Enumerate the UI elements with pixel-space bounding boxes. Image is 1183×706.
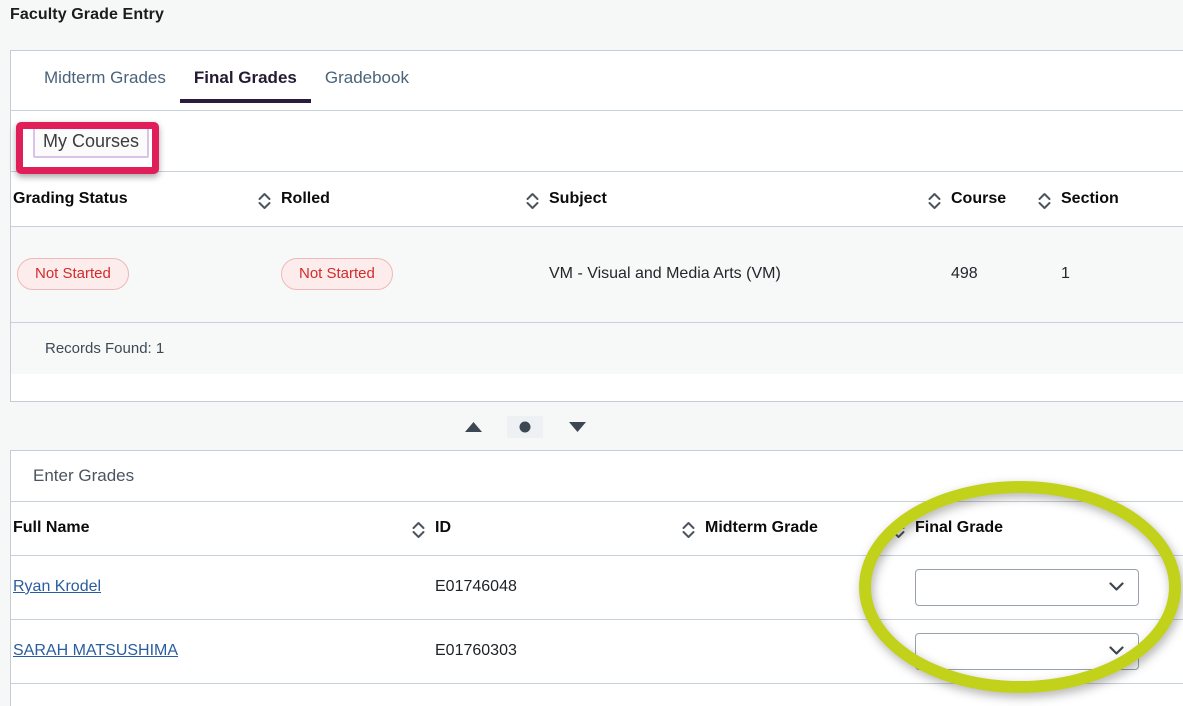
sort-cell[interactable] — [1037, 172, 1059, 227]
cell-full-name: Ryan Krodel — [11, 555, 411, 620]
tab-label: Final Grades — [193, 68, 297, 87]
column-header-rolled[interactable]: Rolled — [279, 172, 525, 227]
cell-spacer — [411, 619, 433, 684]
course-table-header-row: Grading Status Rolled Subject Course Sec… — [11, 172, 1183, 227]
cell-rolled: Not Started — [279, 226, 525, 323]
status-badge: Not Started — [17, 258, 129, 290]
student-name-link[interactable]: SARAH MATSUSHIMA — [13, 642, 178, 659]
cell-spacer — [681, 619, 703, 684]
final-grade-select[interactable] — [915, 632, 1139, 670]
cell-id: E01746048 — [433, 555, 681, 620]
sort-icon[interactable] — [927, 192, 941, 210]
column-label: ID — [435, 519, 451, 537]
records-found-label: Records Found: 1 — [11, 322, 1183, 374]
cell-spacer — [257, 226, 279, 323]
table-row[interactable]: Not Started Not Started VM - Visual and … — [11, 226, 1183, 323]
column-label: Grading Status — [13, 189, 128, 207]
cell-final-grade — [913, 619, 1183, 684]
carousel-controls — [10, 403, 1183, 450]
enter-grades-card: Enter Grades Full Name ID Midterm Grade … — [10, 450, 1183, 706]
column-label: Midterm Grade — [705, 519, 818, 537]
cell-spacer — [681, 555, 703, 620]
column-label: Course — [951, 189, 1007, 207]
cell-subject: VM - Visual and Media Arts (VM) — [547, 226, 927, 323]
cell-spacer — [891, 619, 913, 684]
column-header-section[interactable]: Section — [1059, 172, 1183, 227]
sort-icon[interactable] — [525, 192, 539, 210]
cell-spacer — [411, 555, 433, 620]
sort-cell[interactable] — [411, 502, 433, 556]
cell-id: E01760303 — [433, 619, 681, 684]
status-badge: Not Started — [281, 258, 393, 290]
course-table: Grading Status Rolled Subject Course Sec… — [11, 172, 1183, 323]
column-header-grading-status[interactable]: Grading Status — [11, 172, 257, 227]
sort-cell[interactable] — [927, 172, 949, 227]
sort-icon[interactable] — [681, 521, 695, 539]
table-row: SARAH MATSUSHIMA E01760303 — [11, 619, 1183, 684]
column-header-course[interactable]: Course — [949, 172, 1037, 227]
column-header-id[interactable]: ID — [433, 502, 681, 556]
grades-table: Full Name ID Midterm Grade Final Grade R… — [11, 502, 1183, 684]
column-label: Full Name — [13, 519, 90, 537]
tab-gradebook[interactable]: Gradebook — [311, 51, 423, 102]
faculty-grade-entry-page: Faculty Grade Entry Midterm Grades Final… — [0, 0, 1183, 706]
sort-cell[interactable] — [891, 502, 913, 556]
column-header-subject[interactable]: Subject — [547, 172, 927, 227]
cell-midterm-grade — [703, 555, 891, 620]
cell-final-grade — [913, 555, 1183, 620]
column-label: Rolled — [281, 189, 330, 207]
sort-cell[interactable] — [525, 172, 547, 227]
dot-icon[interactable] — [507, 415, 543, 438]
cell-spacer — [525, 226, 547, 323]
my-courses-card: Midterm Grades Final Grades Gradebook My… — [10, 50, 1183, 402]
column-header-full-name[interactable]: Full Name — [11, 502, 411, 556]
sort-cell[interactable] — [681, 502, 703, 556]
cell-section: 1 — [1059, 226, 1183, 323]
grades-table-header-row: Full Name ID Midterm Grade Final Grade — [11, 502, 1183, 556]
sort-icon[interactable] — [411, 521, 425, 539]
triangle-up-icon[interactable] — [455, 416, 491, 438]
column-label: Subject — [549, 189, 607, 207]
chevron-down-icon — [1109, 642, 1124, 660]
column-header-midterm-grade[interactable]: Midterm Grade — [703, 502, 891, 556]
triangle-down-icon[interactable] — [559, 416, 595, 438]
cell-midterm-grade — [703, 619, 891, 684]
column-label: Section — [1061, 189, 1119, 207]
student-name-link[interactable]: Ryan Krodel — [13, 578, 101, 595]
cell-full-name: SARAH MATSUSHIMA — [11, 619, 411, 684]
table-row: Ryan Krodel E01746048 — [11, 555, 1183, 620]
tab-midterm-grades[interactable]: Midterm Grades — [30, 51, 180, 102]
enter-grades-heading: Enter Grades — [11, 451, 1183, 502]
tab-label: Gradebook — [324, 68, 409, 87]
sort-icon[interactable] — [257, 192, 271, 210]
cell-spacer — [891, 555, 913, 620]
page-title: Faculty Grade Entry — [10, 6, 164, 23]
my-courses-toolbar: My Courses — [11, 111, 1183, 172]
sort-icon[interactable] — [891, 521, 905, 539]
tab-final-grades[interactable]: Final Grades — [179, 51, 311, 103]
chevron-down-icon — [1109, 578, 1124, 596]
cell-grading-status: Not Started — [11, 226, 257, 323]
sort-cell[interactable] — [257, 172, 279, 227]
cell-spacer — [927, 226, 949, 323]
sort-icon[interactable] — [1037, 192, 1051, 210]
tab-bar: Midterm Grades Final Grades Gradebook — [11, 51, 1183, 111]
final-grade-select[interactable] — [915, 568, 1139, 606]
cell-spacer — [1037, 226, 1059, 323]
cell-course: 498 — [949, 226, 1037, 323]
column-label: Final Grade — [915, 519, 1004, 537]
my-courses-button[interactable]: My Courses — [33, 124, 150, 158]
tab-label: Midterm Grades — [44, 68, 166, 87]
column-header-final-grade[interactable]: Final Grade — [913, 502, 1183, 556]
